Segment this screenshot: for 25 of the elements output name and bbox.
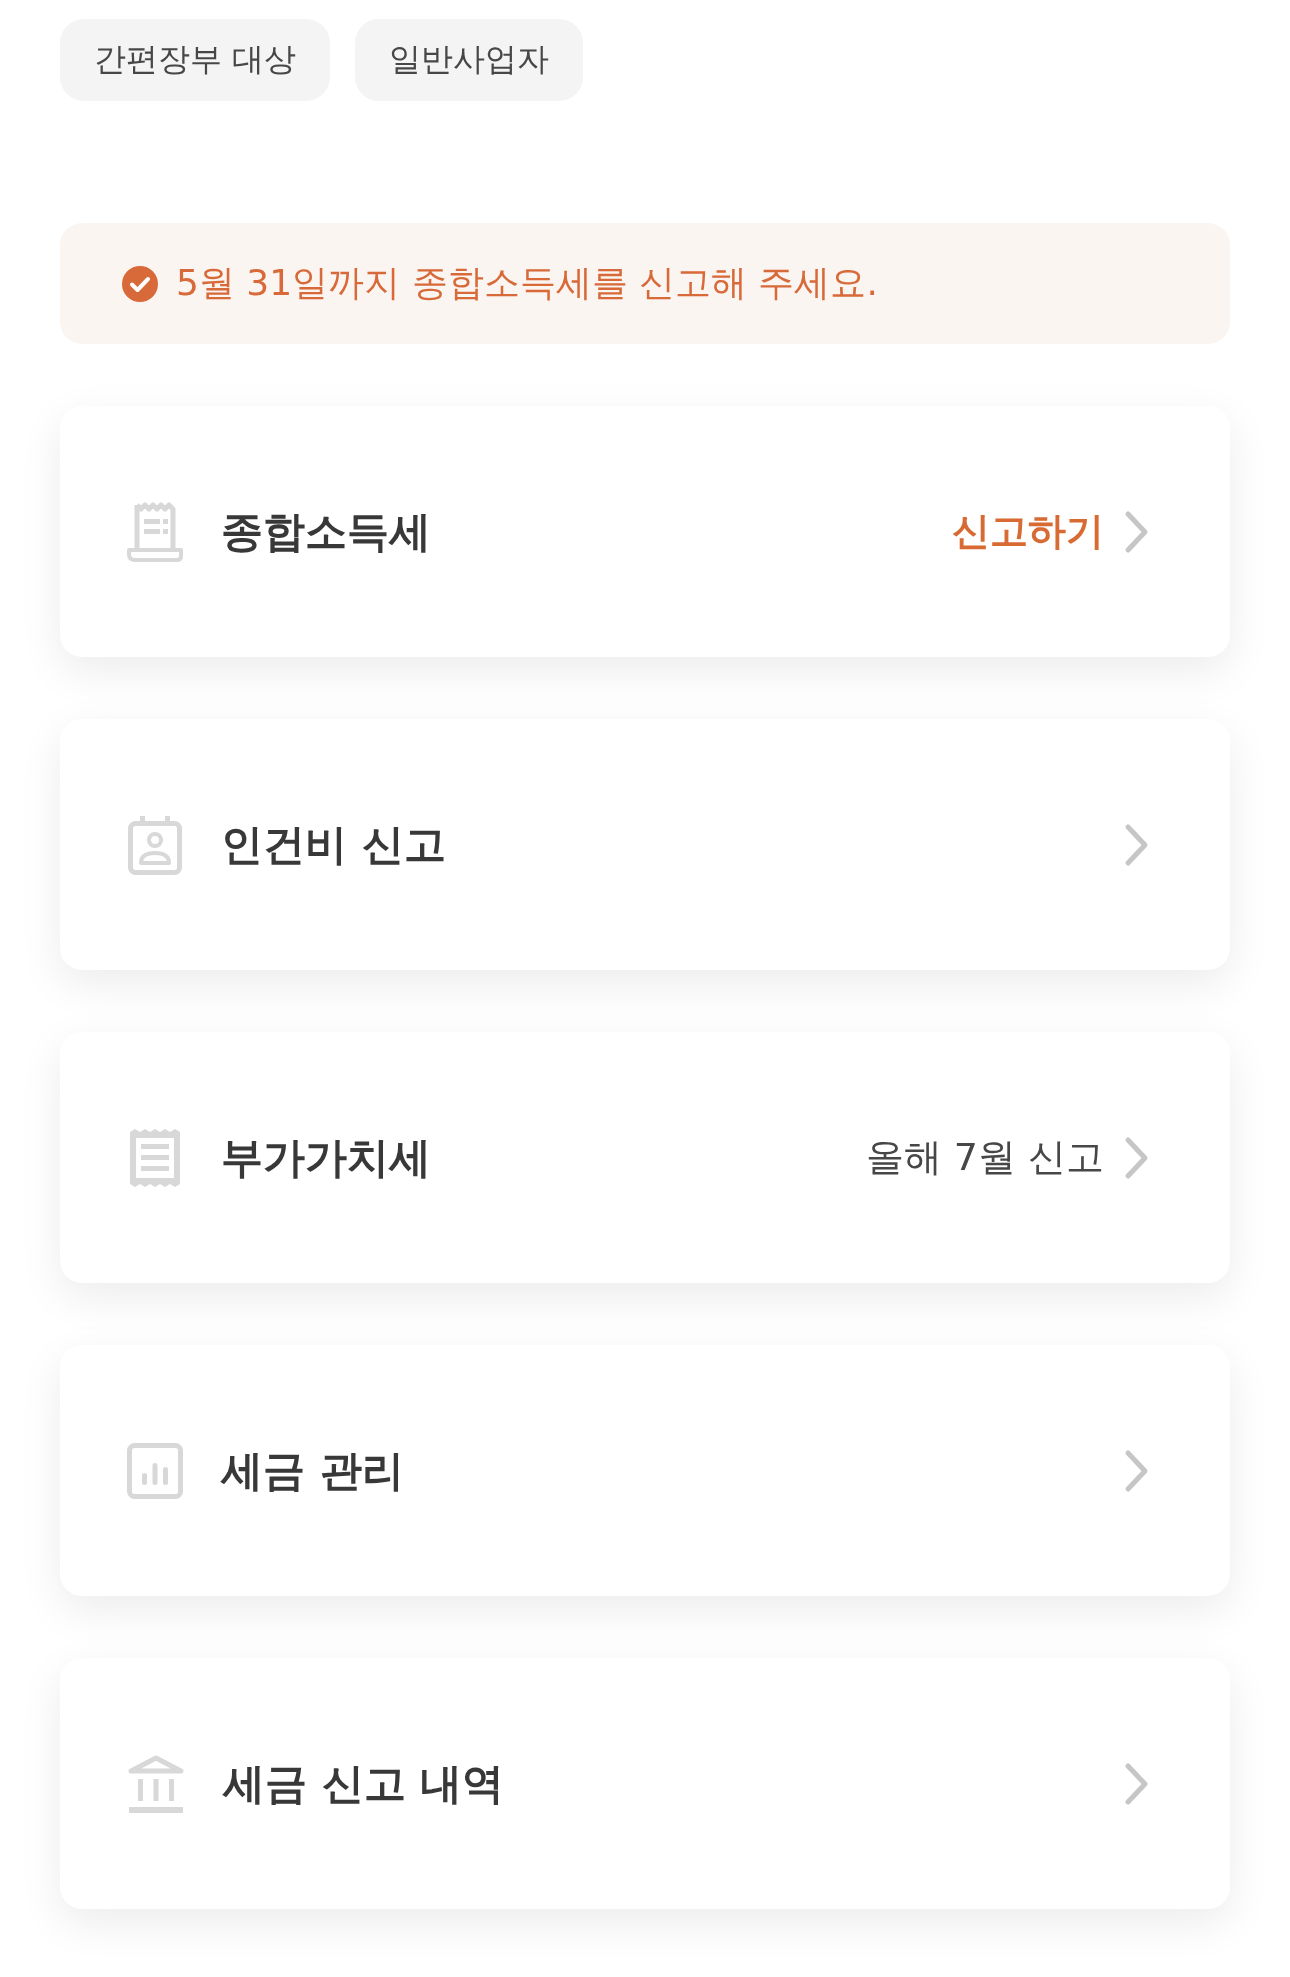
check-circle-icon bbox=[122, 265, 158, 302]
menu-card[interactable]: 인건비 신고 bbox=[60, 719, 1230, 970]
status-text: 올해 7월 신고 bbox=[865, 1134, 1104, 1181]
filter-chip[interactable]: 일반사업자 bbox=[355, 19, 584, 101]
chevron-right-icon bbox=[1124, 509, 1150, 554]
chevron-right-icon bbox=[1124, 1761, 1150, 1806]
menu-card[interactable]: 부가가치세 올해 7월 신고 bbox=[60, 1032, 1230, 1283]
menu-card[interactable]: 세금 관리 bbox=[60, 1345, 1230, 1596]
menu-title: 부가가치세 bbox=[221, 1131, 431, 1184]
menu-card[interactable]: 종합소득세 신고하기 bbox=[60, 406, 1230, 657]
bank-icon bbox=[127, 1753, 185, 1814]
chevron-right-icon bbox=[1124, 1448, 1150, 1493]
notice-text: 5월 31일까지 종합소득세를 신고해 주세요. bbox=[176, 261, 878, 305]
menu-title: 세금 관리 bbox=[221, 1444, 404, 1497]
menu-title: 세금 신고 내역 bbox=[223, 1757, 505, 1810]
menu-card[interactable]: 세금 신고 내역 bbox=[60, 1658, 1230, 1909]
menu-title: 인건비 신고 bbox=[221, 818, 446, 871]
chevron-right-icon bbox=[1124, 1135, 1150, 1180]
receipt-icon bbox=[127, 1127, 183, 1188]
chevron-right-icon bbox=[1124, 822, 1150, 867]
filter-chip[interactable]: 간편장부 대상 bbox=[60, 19, 331, 101]
receipt-icon bbox=[127, 501, 183, 562]
id-badge-icon bbox=[127, 814, 183, 875]
menu-title: 종합소득세 bbox=[221, 505, 431, 558]
bar-chart-icon bbox=[127, 1442, 183, 1499]
